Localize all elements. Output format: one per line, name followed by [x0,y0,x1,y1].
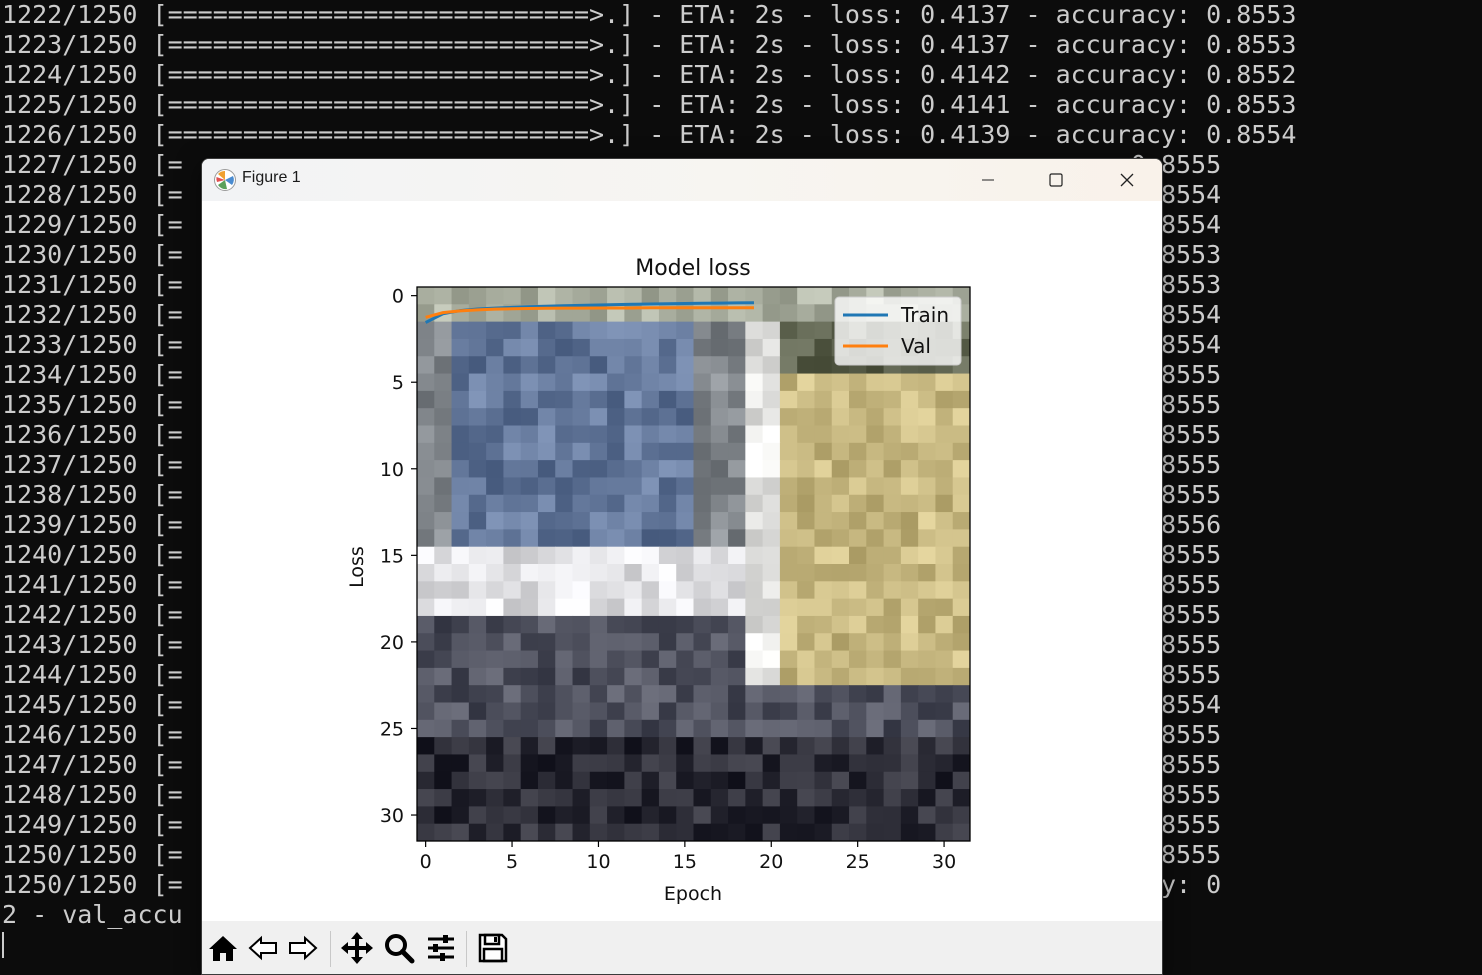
forward-button[interactable] [286,931,320,965]
maximize-button[interactable] [1026,159,1086,201]
terminal-cursor [2,932,4,958]
zoom-magnifier-icon [385,934,415,964]
y-tick-label: 20 [380,632,404,654]
terminal-line: 1224/1250 [============================>… [2,60,1297,89]
terminal-line: 1226/1250 [============================>… [2,120,1297,149]
loss-chart: Model loss 0 5 10 15 20 25 30 0 5 10 15 20 25 30 Epoc… [346,256,971,905]
y-axis-label: Loss [346,546,368,588]
save-button[interactable] [476,931,510,965]
figure-canvas[interactable]: Model loss 0 5 10 15 20 25 30 0 5 10 15 20 25 30 Epoc… [202,201,1162,921]
back-button[interactable] [246,931,280,965]
legend-label-val: Val [901,334,931,358]
x-tick-label: 0 [420,851,432,873]
window-title: Figure 1 [242,169,301,186]
terminal-line: 1223/1250 [============================>… [2,30,1297,59]
minimize-button[interactable] [958,159,1018,201]
x-tick-label: 10 [586,851,610,873]
y-tick-label: 10 [380,459,404,481]
x-tick-label: 30 [932,851,956,873]
toolbar-separator [330,931,331,967]
home-icon [209,936,237,961]
close-icon [1120,173,1134,187]
x-tick-label: 20 [759,851,783,873]
pan-button[interactable] [340,931,374,965]
home-button[interactable] [206,931,240,965]
configure-subplots-button[interactable] [424,931,458,965]
y-tick-label: 30 [380,805,404,827]
configure-subplots-icon [428,935,454,961]
terminal-line: 2 - val_accu [2,900,183,929]
legend-label-train: Train [900,303,949,327]
back-arrow-icon [248,935,277,961]
zoom-button[interactable] [382,931,416,965]
terminal-line: 1225/1250 [============================>… [2,90,1297,119]
legend: Train Val [834,296,962,366]
background-image [417,287,970,841]
toolbar-separator [466,931,467,967]
x-tick-label: 25 [846,851,870,873]
save-disk-icon [478,933,508,963]
close-button[interactable] [1097,159,1157,201]
maximize-icon [1049,173,1063,187]
pan-move-icon [341,932,373,964]
chart-title: Model loss [635,256,751,281]
y-tick-label: 5 [392,372,404,394]
window-titlebar[interactable]: Figure 1 [202,159,1162,201]
minimize-icon [982,179,994,181]
matplotlib-icon [214,169,236,191]
navigation-toolbar [202,921,1162,974]
x-axis-label: Epoch [664,883,722,905]
forward-arrow-icon [289,935,318,961]
x-tick-label: 15 [673,851,697,873]
y-tick-label: 15 [380,545,404,567]
figure-window[interactable]: Figure 1 Model loss 0 5 10 15 20 25 30 0 5 10 15 20… [201,158,1163,975]
y-tick-label: 25 [380,718,404,740]
terminal-line: 1222/1250 [============================>… [2,0,1297,29]
x-tick-label: 5 [506,851,518,873]
y-tick-label: 0 [392,286,404,308]
